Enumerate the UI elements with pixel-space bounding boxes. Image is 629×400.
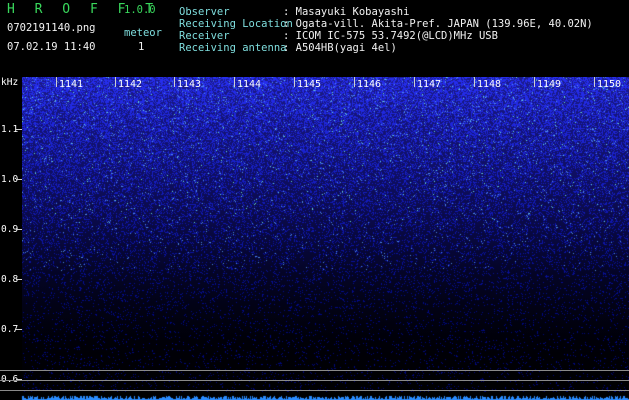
- minute-label: 1145: [297, 79, 322, 90]
- reference-line: [0, 390, 629, 391]
- app-version: 1.0.0: [124, 4, 156, 16]
- y-tick-mark: [16, 279, 22, 280]
- minute-label: 1143: [177, 79, 202, 90]
- signal-baseline-trace: [0, 392, 629, 400]
- file-name: 0702191140.png: [7, 22, 96, 34]
- y-tick-mark: [16, 229, 22, 230]
- y-tick-mark: [16, 329, 22, 330]
- minute-tick-mark: [56, 77, 57, 87]
- minute-tick-mark: [115, 77, 116, 87]
- minute-label: 1146: [357, 79, 382, 90]
- minute-tick-mark: [414, 77, 415, 87]
- minute-label: 1144: [237, 79, 262, 90]
- minute-tick-mark: [354, 77, 355, 87]
- spectrogram-plot: [22, 77, 629, 400]
- reference-line: [0, 370, 629, 371]
- minute-tick-mark: [234, 77, 235, 87]
- minute-label: 1150: [597, 79, 622, 90]
- axis-unit-label: kHz: [1, 77, 19, 88]
- antenna-value: : A504HB(yagi 4el): [283, 42, 397, 54]
- y-tick-mark: [16, 129, 22, 130]
- minute-tick-mark: [474, 77, 475, 87]
- y-tick-mark: [16, 179, 22, 180]
- minute-label: 1149: [537, 79, 562, 90]
- minute-tick-mark: [294, 77, 295, 87]
- reference-line: [0, 380, 629, 381]
- minute-label: 1142: [118, 79, 143, 90]
- minute-label: 1147: [417, 79, 442, 90]
- spectrogram-noise: [22, 77, 629, 400]
- minute-tick-mark: [174, 77, 175, 87]
- minute-tick-mark: [594, 77, 595, 87]
- file-datetime: 07.02.19 11:40: [7, 41, 96, 53]
- minute-label: 1148: [477, 79, 502, 90]
- minute-tick-mark: [534, 77, 535, 87]
- meteor-label: meteor: [124, 27, 162, 39]
- meteor-count: 1: [138, 41, 145, 53]
- antenna-label: Receiving antenna: [179, 42, 287, 54]
- header-panel: H R O F F T 1.0.0 0702191140.png 07.02.1…: [0, 0, 629, 76]
- minute-label: 1141: [59, 79, 84, 90]
